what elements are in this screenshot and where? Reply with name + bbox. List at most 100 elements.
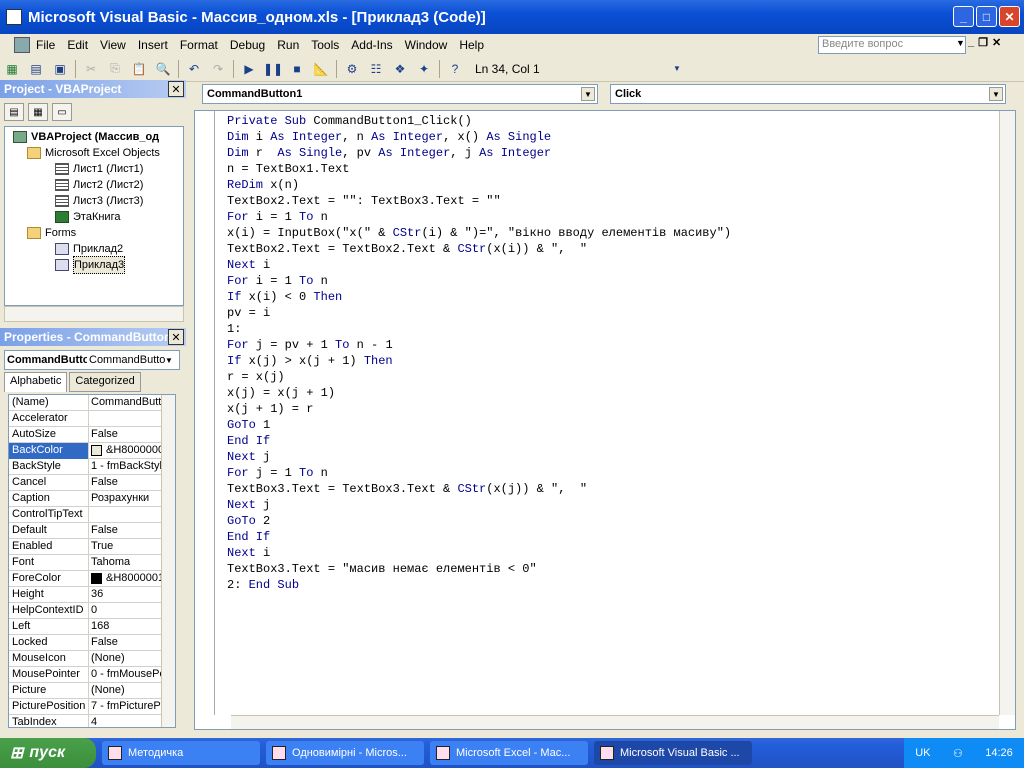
toolbar-options-icon[interactable]: ▼ [667,59,687,79]
mdi-minimize-button[interactable]: _ [968,36,974,49]
object-combo[interactable]: CommandButton1 ▼ [202,84,598,104]
ask-dropdown-icon[interactable]: ▼ [956,38,965,48]
property-value[interactable]: (None) [89,651,161,667]
property-row[interactable]: MousePointer0 - fmMousePointerDefault [9,667,161,683]
menu-run[interactable]: Run [271,38,305,52]
view-object-button[interactable]: ▦ [28,103,48,121]
property-row[interactable]: ForeColor&H80000012& [9,571,161,587]
tree-item[interactable]: Приклад3 [55,256,126,274]
code-text[interactable]: Private Sub CommandButton1_Click() Dim i… [227,113,731,593]
tree-item[interactable]: Лист3 (Лист3) [55,193,143,209]
property-value[interactable]: (None) [89,683,161,699]
tree-item[interactable]: Приклад2 [55,241,123,257]
close-button[interactable]: ✕ [999,6,1020,27]
vba-menu-icon[interactable] [14,37,30,53]
property-value[interactable]: 0 [89,603,161,619]
code-vertical-scrollbar[interactable] [999,111,1015,715]
property-value[interactable]: Tahoma [89,555,161,571]
menu-tools[interactable]: Tools [305,38,345,52]
property-row[interactable]: (Name)CommandButton1 [9,395,161,411]
tab-alphabetic[interactable]: Alphabetic [4,372,68,392]
redo-icon[interactable]: ↷ [208,59,228,79]
property-value[interactable]: &H80000012& [89,571,161,587]
maximize-button[interactable]: □ [976,6,997,27]
taskbar-task[interactable]: Одновимірні - Micros... [266,741,424,765]
properties-vertical-scrollbar[interactable] [161,395,175,727]
menu-format[interactable]: Format [174,38,224,52]
property-row[interactable]: Left 168 [9,619,161,635]
toggle-folders-button[interactable]: ▭ [52,103,72,121]
property-value[interactable]: True [89,539,161,555]
mdi-restore-button[interactable]: ❐ [978,36,988,49]
tab-categorized[interactable]: Categorized [69,372,141,392]
view-code-button[interactable]: ▤ [4,103,24,121]
properties-window-icon[interactable]: ☷ [366,59,386,79]
property-value[interactable]: False [89,427,161,443]
vba-app-icon[interactable] [6,9,22,25]
property-value[interactable]: 168 [89,619,161,635]
start-button[interactable]: ⊞ пуск [0,738,96,768]
menu-debug[interactable]: Debug [224,38,271,52]
object-browser-icon[interactable]: ❖ [390,59,410,79]
project-panel-close-button[interactable]: ✕ [168,81,184,97]
tree-item[interactable]: Forms [27,225,76,241]
tree-item[interactable]: Microsoft Excel Objects [27,145,160,161]
taskbar-task[interactable]: Microsoft Visual Basic ... [594,741,752,765]
property-value[interactable]: False [89,635,161,651]
property-value[interactable]: Розрахунки [89,491,161,507]
properties-panel-close-button[interactable]: ✕ [168,329,184,345]
property-row[interactable]: Height 36 [9,587,161,603]
chevron-down-icon[interactable]: ▼ [581,87,595,101]
property-value[interactable]: 1 - fmBackStyleOpaque [89,459,161,475]
language-indicator[interactable]: UK [915,747,930,759]
property-row[interactable]: ControlTipText [9,507,161,523]
menu-window[interactable]: Window [399,38,454,52]
menu-file[interactable]: File [30,38,61,52]
insert-userform-icon[interactable]: ▤ [26,59,46,79]
chevron-down-icon[interactable]: ▼ [165,356,173,365]
menu-view[interactable]: View [94,38,132,52]
property-row[interactable]: PicturePosition7 - fmPicturePositionAbov… [9,699,161,715]
property-value[interactable]: 4 [89,715,161,727]
tree-item[interactable]: Лист1 (Лист1) [55,161,143,177]
property-row[interactable]: BackStyle1 - fmBackStyleOpaque [9,459,161,475]
save-icon[interactable]: ▣ [50,59,70,79]
property-value[interactable] [89,411,161,427]
property-value[interactable]: &H8000000F& [89,443,161,459]
menu-edit[interactable]: Edit [61,38,94,52]
cut-icon[interactable]: ✂ [81,59,101,79]
run-icon[interactable]: ▶ [239,59,259,79]
reset-icon[interactable]: ■ [287,59,307,79]
property-row[interactable]: Cancel False [9,475,161,491]
property-value[interactable]: CommandButton1 [89,395,161,411]
property-row[interactable]: TabIndex 4 [9,715,161,727]
property-row[interactable]: BackColor&H8000000F& [9,443,161,459]
property-row[interactable]: Caption Розрахунки [9,491,161,507]
project-explorer-icon[interactable]: ⚙ [342,59,362,79]
code-horizontal-scrollbar[interactable] [231,715,999,729]
copy-icon[interactable]: ⎘ [105,59,125,79]
menu-add-ins[interactable]: Add-Ins [345,38,398,52]
property-row[interactable]: AutoSize False [9,427,161,443]
tree-item[interactable]: VBAProject (Массив_од [13,129,159,145]
property-row[interactable]: Accelerator [9,411,161,427]
undo-icon[interactable]: ↶ [184,59,204,79]
property-value[interactable]: False [89,523,161,539]
property-value[interactable] [89,507,161,523]
code-window[interactable]: Private Sub CommandButton1_Click() Dim i… [194,110,1016,730]
taskbar-task[interactable]: Microsoft Excel - Мас... [430,741,588,765]
find-icon[interactable]: 🔍 [153,59,173,79]
design-mode-icon[interactable]: 📐 [311,59,331,79]
taskbar-task[interactable]: Методичка [102,741,260,765]
property-row[interactable]: Enabled True [9,539,161,555]
paste-icon[interactable]: 📋 [129,59,149,79]
property-value[interactable]: 36 [89,587,161,603]
property-row[interactable]: MouseIcon (None) [9,651,161,667]
help-icon[interactable]: ? [445,59,465,79]
property-row[interactable]: Default False [9,523,161,539]
code-margin[interactable] [195,111,215,715]
property-value[interactable]: 7 - fmPicturePositionAboveCenter [89,699,161,715]
procedure-combo[interactable]: Click ▼ [610,84,1006,104]
menu-insert[interactable]: Insert [132,38,174,52]
tray-icon[interactable]: ⚇ [953,747,963,760]
